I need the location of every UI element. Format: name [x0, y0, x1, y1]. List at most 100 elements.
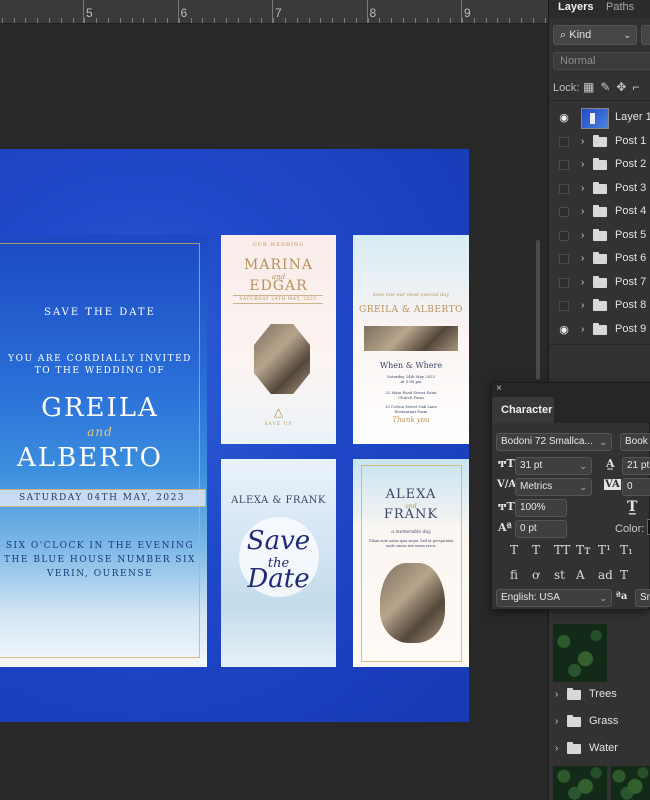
type-style-button[interactable]: T	[532, 543, 554, 557]
eye-icon[interactable]: ◉	[557, 111, 571, 125]
opentype-button[interactable]: A	[576, 568, 598, 582]
opentype-button[interactable]: st	[554, 568, 576, 582]
close-icon[interactable]: ×	[496, 383, 502, 394]
chevron-right-icon[interactable]: ›	[581, 183, 584, 194]
panel-topbar: ×	[492, 383, 650, 397]
opentype-button[interactable]: fi	[510, 568, 532, 582]
character-tab[interactable]: Character	[492, 397, 554, 423]
folder-icon	[593, 181, 607, 194]
lock-transparent-icon[interactable]: ▦	[583, 80, 600, 94]
visibility-toggle[interactable]	[559, 230, 569, 241]
opentype-button[interactable]: ơ	[532, 568, 554, 582]
post-card-4[interactable]: ALEXA and FRANK a memorable day Ullam au…	[353, 459, 469, 667]
chevron-right-icon[interactable]: ›	[581, 253, 584, 264]
chevron-right-icon[interactable]: ›	[555, 743, 558, 754]
layer-row[interactable]: ◉ › Post 9	[549, 319, 650, 342]
type-style-button[interactable]: TT	[554, 543, 576, 557]
lock-icons: ▦✎✥⌐	[583, 80, 645, 94]
layer-row[interactable]: › Post 4	[549, 201, 650, 224]
post-card-2[interactable]: save one our most special day GREILA & A…	[353, 235, 469, 444]
image-filter-icon[interactable]	[641, 25, 650, 45]
visibility-toggle[interactable]	[559, 136, 569, 147]
vertical-scale-field[interactable]: 100%	[515, 499, 567, 517]
visibility-toggle[interactable]	[559, 160, 569, 170]
kerning-dropdown[interactable]: Metrics ⌄	[515, 478, 592, 496]
main-invitation-card[interactable]: SAVE THE DATE YOU ARE CORDIALLY INVITED …	[0, 235, 207, 667]
visibility-toggle[interactable]	[559, 183, 569, 194]
layer-row-grass[interactable]: › Grass	[549, 711, 650, 734]
ruler-label: 7	[275, 6, 282, 20]
layer-name: Post 4	[615, 205, 647, 217]
ruler-minor-tick	[462, 18, 463, 23]
chevron-right-icon[interactable]: ›	[581, 300, 584, 311]
ruler-minor-tick	[296, 18, 298, 23]
layer-name: Post 3	[615, 181, 647, 194]
opentype-button[interactable]: ad	[598, 568, 620, 582]
ruler-minor-tick	[13, 18, 15, 23]
visibility-toggle[interactable]	[559, 301, 569, 311]
ruler-minor-tick	[167, 18, 168, 23]
layer-row[interactable]: › Post 8	[549, 295, 650, 318]
ruler-minor-tick	[178, 18, 180, 23]
chevron-right-icon[interactable]: ›	[581, 277, 584, 288]
blend-mode-dropdown[interactable]: Normal	[553, 52, 650, 70]
chevron-right-icon[interactable]: ›	[581, 159, 584, 170]
layer-row-trees[interactable]: › Trees	[549, 684, 650, 707]
layer-row[interactable]: › Post 3	[549, 178, 650, 201]
post2-detail-6: Restaurant Farm	[394, 409, 428, 414]
layer-name: Post 5	[615, 228, 647, 241]
name-alberto: ALBERTO	[17, 443, 163, 473]
color-label: Color:	[615, 523, 645, 535]
leaves-thumbnail	[611, 766, 650, 800]
ruler-minor-tick	[403, 18, 404, 23]
ruler-minor-tick	[37, 18, 39, 23]
chevron-right-icon[interactable]: ›	[581, 230, 584, 241]
layer-row[interactable]: › Post 5	[549, 225, 650, 248]
lock-paint-icon[interactable]: ✎	[600, 80, 616, 94]
ruler-minor-tick	[355, 18, 357, 23]
layer-row-water[interactable]: › Water	[549, 738, 650, 761]
type-style-button[interactable]: T₁	[620, 543, 642, 557]
chevron-right-icon[interactable]: ›	[581, 324, 584, 335]
leading-field[interactable]: 21 pt	[622, 457, 650, 475]
antialias-dropdown[interactable]: Sn	[635, 589, 650, 607]
chevron-right-icon[interactable]: ›	[581, 206, 584, 217]
lock-artboard-icon[interactable]: ⌐	[632, 80, 645, 94]
tab-layers[interactable]: Layers	[558, 0, 593, 18]
ruler-minor-tick	[438, 18, 440, 23]
type-style-button[interactable]: T¹	[598, 543, 620, 557]
ruler-minor-tick	[108, 18, 109, 23]
filter-kind-label: Kind	[569, 29, 592, 41]
layer-row[interactable]: › Post 6	[549, 248, 650, 271]
type-style-button[interactable]: Tт	[576, 543, 598, 557]
ruler-minor-tick	[320, 18, 322, 23]
visibility-toggle[interactable]	[559, 254, 569, 264]
post-card-3[interactable]: ALEXA & FRANK Save the Date	[221, 459, 336, 667]
layer-filter-dropdown[interactable]: ⌕ Kind ⌄	[553, 25, 637, 45]
layer-row[interactable]: › Post 7	[549, 272, 650, 295]
visibility-toggle[interactable]	[559, 277, 569, 288]
artboard-canvas[interactable]: SAVE THE DATE YOU ARE CORDIALLY INVITED …	[0, 149, 469, 722]
font-size-field[interactable]: 31 pt ⌄	[515, 457, 592, 475]
post-card-1[interactable]: OUR WEDDING MARINA and EDGAR SATURDAY 24…	[221, 235, 336, 444]
type-style-button[interactable]: T	[510, 543, 532, 557]
scrollbar-thumb[interactable]	[536, 240, 540, 380]
tab-paths[interactable]: Paths	[606, 0, 634, 18]
opentype-button[interactable]: T	[620, 568, 642, 582]
lock-move-icon[interactable]: ✥	[616, 80, 632, 94]
layer-row[interactable]: › Post 1	[549, 131, 650, 154]
font-style-dropdown[interactable]: Book	[620, 433, 650, 451]
font-family-dropdown[interactable]: Bodoni 72 Smallca... ⌄	[496, 433, 612, 451]
visibility-toggle[interactable]	[559, 207, 569, 217]
eye-icon[interactable]: ◉	[557, 323, 571, 337]
ruler-minor-tick	[143, 18, 145, 23]
chevron-right-icon[interactable]: ›	[555, 716, 558, 727]
chevron-right-icon[interactable]: ›	[555, 689, 558, 700]
layer-row[interactable]: ◉ Layer 1	[549, 107, 650, 131]
language-dropdown[interactable]: English: USA ⌄	[496, 589, 612, 607]
ruler-minor-tick	[544, 18, 546, 23]
chevron-right-icon[interactable]: ›	[581, 136, 584, 147]
layer-row[interactable]: › Post 2	[549, 154, 650, 177]
baseline-shift-field[interactable]: 0 pt	[515, 520, 567, 538]
tracking-field[interactable]: 0	[622, 478, 650, 496]
